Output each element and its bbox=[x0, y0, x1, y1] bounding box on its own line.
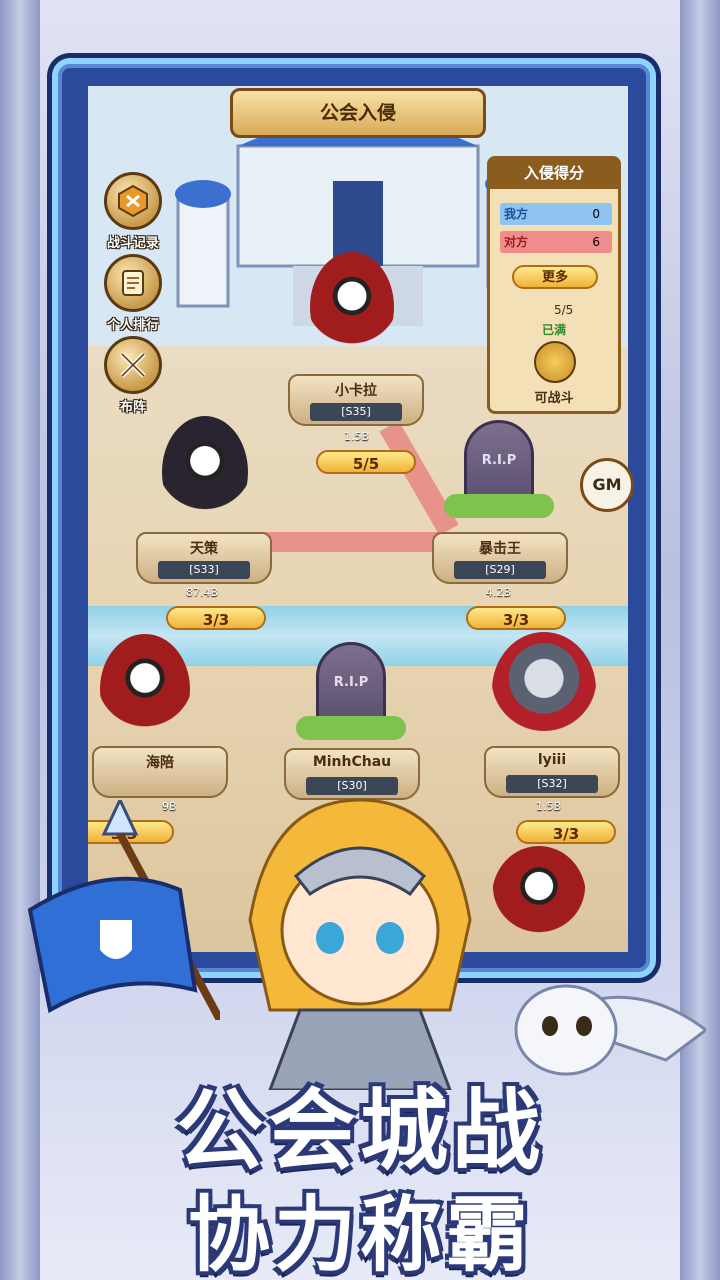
route-path bbox=[379, 420, 459, 536]
node-power: 1.5B bbox=[536, 800, 562, 813]
side-menu-label: 布阵 bbox=[119, 400, 146, 415]
node-server: [S35] bbox=[310, 403, 402, 421]
subheadline: 协力称霸 bbox=[187, 1188, 532, 1280]
score-value: 6 bbox=[592, 235, 600, 249]
attempts-status: 已满 bbox=[542, 323, 567, 337]
node-count-badge: 3/3 bbox=[166, 606, 266, 630]
knight-heroine-illustration bbox=[248, 798, 472, 1090]
guild-flag-icon bbox=[27, 800, 220, 1020]
node-platform[interactable]: 天策 [S33] bbox=[136, 532, 272, 584]
node-name: 暴击王 bbox=[479, 541, 521, 557]
battle-record-button[interactable]: 战斗记录 bbox=[96, 172, 170, 251]
hero-panda-wizard[interactable] bbox=[100, 634, 190, 744]
node-name: 海陪 bbox=[146, 755, 174, 771]
node-count-badge: 3/3 bbox=[516, 820, 616, 844]
grass-decoration bbox=[444, 494, 554, 518]
node-server: [S29] bbox=[454, 561, 546, 579]
node-name: MinhChau bbox=[312, 754, 392, 770]
formation-button[interactable]: 布阵 bbox=[96, 336, 170, 415]
node-power: 87.4B bbox=[186, 586, 219, 599]
score-side: 我方 bbox=[504, 207, 529, 221]
formation-swords-icon bbox=[104, 336, 162, 394]
hero-armored-knight[interactable] bbox=[492, 632, 596, 748]
hero-panda-wizard[interactable] bbox=[162, 416, 248, 528]
grass-decoration bbox=[296, 716, 406, 740]
node-name: 小卡拉 bbox=[335, 383, 377, 399]
node-power: 4.2B bbox=[486, 586, 512, 599]
can-fight-label: 可战斗 bbox=[534, 391, 574, 406]
score-row-ours: 我方 0 bbox=[500, 203, 612, 225]
page-title: 公会入侵 bbox=[230, 88, 486, 138]
score-value: 0 bbox=[592, 207, 600, 221]
ranking-scroll-icon bbox=[104, 254, 162, 312]
side-menu-label: 个人排行 bbox=[106, 318, 159, 333]
score-panel-header: 入侵得分 bbox=[490, 159, 618, 189]
hero-panda-wizard[interactable] bbox=[310, 252, 394, 362]
node-count-badge: 3/3 bbox=[466, 606, 566, 630]
node-platform[interactable]: 小卡拉 [S35] bbox=[288, 374, 424, 426]
node-name: lyiii bbox=[537, 752, 567, 768]
node-platform[interactable]: 暴击王 [S29] bbox=[432, 532, 568, 584]
ranking-button[interactable]: 个人排行 bbox=[96, 254, 170, 333]
node-server: [S33] bbox=[158, 561, 250, 579]
side-menu-label: 战斗记录 bbox=[106, 236, 159, 251]
invasion-score-panel: 入侵得分 我方 0 对方 6 更多 5/5 已满 可战斗 bbox=[487, 156, 621, 414]
node-count-badge: 5/5 bbox=[316, 450, 416, 474]
score-side: 对方 bbox=[504, 235, 529, 249]
node-server: [S32] bbox=[506, 775, 598, 793]
node-platform[interactable]: 海陪 bbox=[92, 746, 228, 798]
attempts-counter: 5/5 bbox=[554, 303, 574, 317]
fight-shield-icon[interactable] bbox=[534, 341, 576, 383]
more-button[interactable]: 更多 bbox=[512, 265, 598, 289]
node-name: 天策 bbox=[190, 541, 218, 557]
score-row-enemy: 对方 6 bbox=[500, 231, 612, 253]
battle-record-icon bbox=[104, 172, 162, 230]
promo-screen: 小卡拉 [S35] 1.5B 5/5 天策 [S33] 87.4B 3/3 R.… bbox=[0, 0, 720, 1280]
node-power: 1.5B bbox=[344, 430, 370, 443]
gm-button[interactable]: GM bbox=[580, 458, 634, 512]
